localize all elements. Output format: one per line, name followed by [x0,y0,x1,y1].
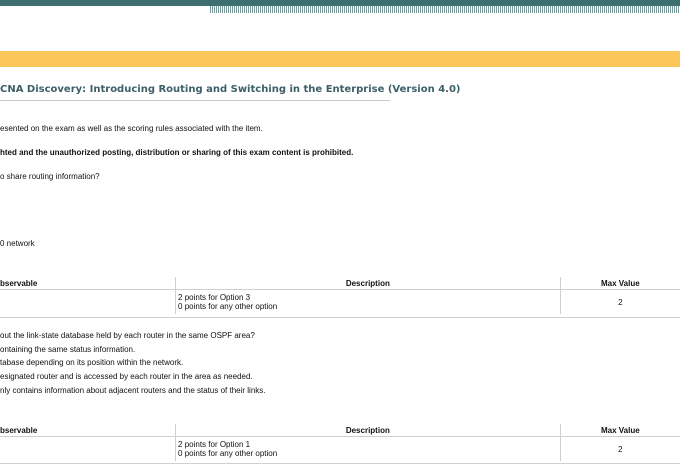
header-stripe-base [0,6,210,13]
scoring-table-header: bservable Description Max Value [0,277,680,290]
question-2-option-4: nly contains information about adjacent … [0,386,266,395]
observable-header: bservable [0,424,177,437]
observable-header: bservable [0,277,177,290]
description-cell: 2 points for Option 1 0 points for any o… [176,437,561,461]
question-2-option-2: tabase depending on its position within … [0,358,184,367]
observable-cell [0,437,177,461]
question-1-option: 0 network [0,239,35,248]
observable-cell [0,290,177,314]
description-cell: 2 points for Option 3 0 points for any o… [176,290,561,314]
max-value-header: Max Value [560,277,680,290]
max-value-cell: 2 [618,297,623,307]
max-value-header: Max Value [560,424,680,437]
header-pattern-stripe [210,6,680,13]
accent-bar [0,51,680,67]
description-line: 2 points for Option 3 [178,293,251,302]
intro-text: esented on the exam as well as the scori… [0,124,263,133]
description-header: Description [176,277,561,290]
description-line: 2 points for Option 1 [178,440,251,449]
question-1-text: o share routing information? [0,172,100,181]
description-header: Description [176,424,561,437]
table-row: 2 points for Option 1 0 points for any o… [0,437,680,461]
section-divider [0,317,680,318]
copyright-notice: hted and the unauthorized posting, distr… [0,148,354,157]
section-divider [0,463,680,464]
title-underline [0,100,390,101]
question-2-text: out the link-state database held by each… [0,331,255,340]
scoring-table-header: bservable Description Max Value [0,424,680,437]
description-line: 0 points for any other option [178,302,278,311]
question-2-option-1: ontaining the same status information. [0,345,136,354]
table-row: 2 points for Option 3 0 points for any o… [0,290,680,314]
scoring-table-2: bservable Description Max Value 2 points… [0,424,680,461]
description-line: 0 points for any other option [178,449,278,458]
question-2-option-3: esignated router and is accessed by each… [0,372,253,381]
max-value-cell: 2 [618,444,623,454]
exam-title: CNA Discovery: Introducing Routing and S… [0,84,461,95]
scoring-table-1: bservable Description Max Value 2 points… [0,277,680,314]
